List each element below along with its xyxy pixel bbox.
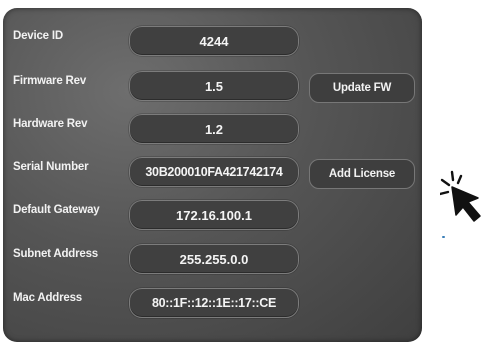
subnet-address-field[interactable]: 255.255.0.0 (129, 244, 299, 274)
row-device-id: Device ID 4244 (3, 26, 422, 60)
device-id-field[interactable]: 4244 (129, 26, 299, 56)
hardware-rev-label: Hardware Rev (13, 118, 88, 130)
subnet-address-label: Subnet Address (13, 248, 98, 260)
device-info-panel: Device ID 4244 Firmware Rev 1.5 Update F… (3, 8, 422, 342)
small-dot-mark (442, 236, 445, 238)
mac-address-field[interactable]: 80::1F::12::1E::17::CE (129, 288, 299, 318)
row-firmware-rev: Firmware Rev 1.5 Update FW (3, 71, 422, 105)
row-mac-address: Mac Address 80::1F::12::1E::17::CE (3, 288, 422, 322)
mac-address-label: Mac Address (13, 292, 82, 304)
row-hardware-rev: Hardware Rev 1.2 (3, 114, 422, 148)
firmware-rev-label: Firmware Rev (13, 75, 87, 87)
stage: Device ID 4244 Firmware Rev 1.5 Update F… (0, 0, 494, 347)
row-serial-number: Serial Number 30B200010FA421742174 Add L… (3, 157, 422, 191)
default-gateway-label: Default Gateway (13, 204, 100, 216)
row-default-gateway: Default Gateway 172.16.100.1 (3, 200, 422, 234)
default-gateway-field[interactable]: 172.16.100.1 (129, 200, 299, 230)
firmware-rev-field[interactable]: 1.5 (129, 71, 299, 101)
serial-number-field[interactable]: 30B200010FA421742174 (129, 157, 299, 187)
hardware-rev-field[interactable]: 1.2 (129, 114, 299, 144)
device-id-label: Device ID (13, 30, 63, 42)
row-subnet-address: Subnet Address 255.255.0.0 (3, 244, 422, 278)
add-license-button[interactable]: Add License (309, 159, 415, 189)
pointer-click-icon (438, 170, 490, 240)
serial-number-label: Serial Number (13, 161, 89, 173)
update-fw-button[interactable]: Update FW (309, 73, 415, 103)
